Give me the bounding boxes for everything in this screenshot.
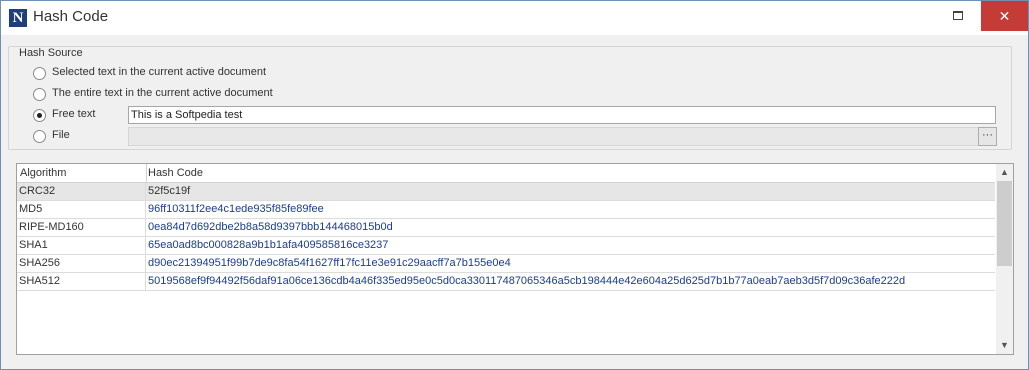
free-text-input[interactable]: This is a Softpedia test	[128, 106, 996, 124]
algorithm-cell[interactable]: SHA256	[17, 255, 146, 272]
window-title: Hash Code	[33, 8, 109, 25]
grid-header: Algorithm Hash Code	[17, 164, 995, 183]
maximize-button[interactable]	[936, 1, 980, 31]
radio-label[interactable]: The entire text in the current active do…	[52, 87, 273, 99]
maximize-icon	[953, 11, 963, 20]
scroll-down-icon[interactable]: ▼	[996, 337, 1013, 354]
radio-label[interactable]: Free text	[52, 108, 95, 120]
radio-button[interactable]	[33, 130, 46, 143]
close-icon: ✕	[998, 8, 1011, 24]
grid-rows: CRC32 52f5c19f MD5 96ff10311f2ee4c1ede93…	[17, 183, 995, 291]
hash-cell[interactable]: 0ea84d7d692dbe2b8a58d9397bbb144468015b0d	[146, 219, 994, 236]
vertical-scrollbar[interactable]: ▲ ▼	[996, 164, 1013, 354]
hash-cell[interactable]: 96ff10311f2ee4c1ede935f85fe89fee	[146, 201, 994, 218]
hash-cell[interactable]: 5019568ef9f94492f56daf91a06ce136cdb4a46f…	[146, 273, 994, 290]
scroll-thumb[interactable]	[997, 181, 1012, 266]
hash-source-legend: Hash Source	[16, 47, 86, 59]
hash-cell[interactable]: 52f5c19f	[146, 183, 994, 200]
algorithm-cell[interactable]: RIPE-MD160	[17, 219, 146, 236]
table-row[interactable]: CRC32 52f5c19f	[17, 183, 995, 201]
radio-button[interactable]	[33, 67, 46, 80]
table-row[interactable]: SHA256 d90ec21394951f99b7de9c8fa54f1627f…	[17, 255, 995, 273]
table-row[interactable]: SHA1 65ea0ad8bc000828a9b1b1afa409585816c…	[17, 237, 995, 255]
radio-label[interactable]: Selected text in the current active docu…	[52, 66, 266, 78]
column-header-hash-code[interactable]: Hash Code	[145, 164, 993, 182]
column-header-algorithm[interactable]: Algorithm	[17, 164, 147, 182]
hash-cell[interactable]: 65ea0ad8bc000828a9b1b1afa409585816ce3237	[146, 237, 994, 254]
title-bar[interactable]: N Hash Code ✕	[1, 1, 1028, 35]
radio-label[interactable]: File	[52, 129, 70, 141]
browse-button[interactable]: ···	[978, 127, 997, 146]
close-button[interactable]: ✕	[981, 1, 1028, 31]
app-logo-icon: N	[9, 9, 27, 27]
hash-results-grid[interactable]: Algorithm Hash Code CRC32 52f5c19f MD5 9…	[16, 163, 1014, 355]
table-row[interactable]: RIPE-MD160 0ea84d7d692dbe2b8a58d9397bbb1…	[17, 219, 995, 237]
table-row[interactable]: SHA512 5019568ef9f94492f56daf91a06ce136c…	[17, 273, 995, 291]
table-row[interactable]: MD5 96ff10311f2ee4c1ede935f85fe89fee	[17, 201, 995, 219]
hash-cell[interactable]: d90ec21394951f99b7de9c8fa54f1627ff17fc11…	[146, 255, 994, 272]
algorithm-cell[interactable]: SHA512	[17, 273, 146, 290]
radio-button[interactable]	[33, 88, 46, 101]
file-path-input[interactable]	[128, 127, 979, 146]
algorithm-cell[interactable]: CRC32	[17, 183, 146, 200]
algorithm-cell[interactable]: MD5	[17, 201, 146, 218]
radio-button[interactable]	[33, 109, 46, 122]
scroll-up-icon[interactable]: ▲	[996, 164, 1013, 181]
algorithm-cell[interactable]: SHA1	[17, 237, 146, 254]
